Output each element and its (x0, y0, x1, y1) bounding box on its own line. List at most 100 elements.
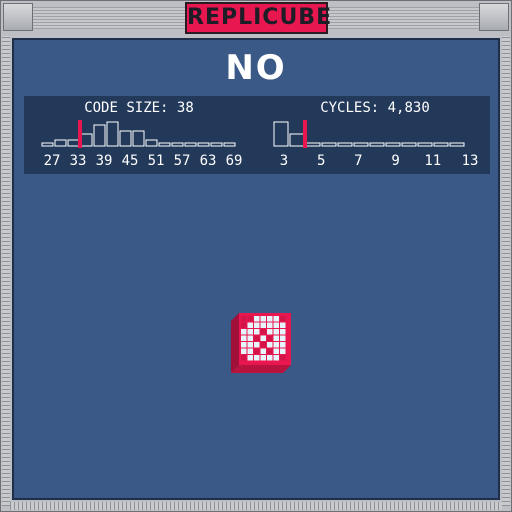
cube-voxel (260, 342, 266, 348)
cube-voxel (267, 342, 273, 348)
cube-voxel (280, 335, 286, 341)
cube-voxel (273, 329, 279, 335)
axis-tick-label: 51 (147, 153, 165, 169)
cube-voxel (280, 322, 286, 328)
frame-corner-left (3, 3, 33, 31)
cube-voxel (280, 342, 286, 348)
cube-voxel (267, 355, 273, 361)
results-screen: NO CODE SIZE: 38 27 33 39 45 51 57 63 69 CYCLES… (12, 38, 500, 500)
frame-rail-bottom (10, 502, 502, 510)
cube-voxel (241, 348, 247, 354)
app-title: REPLICUBE (185, 2, 331, 34)
cube-voxel (247, 348, 253, 354)
histogram-bar (132, 130, 145, 147)
stats-panel: CODE SIZE: 38 27 33 39 45 51 57 63 69 CYCLES: 4… (24, 96, 490, 174)
axis-tick-label: 5 (316, 153, 326, 169)
frame-rail-right (502, 36, 510, 506)
cube-voxel (241, 342, 247, 348)
cube-voxel (260, 355, 266, 361)
frame-corner-right (479, 3, 509, 31)
histogram-bar (210, 142, 223, 147)
histogram-bar (449, 142, 465, 147)
axis-tick-label: 63 (199, 153, 217, 169)
cube-voxel (241, 329, 247, 335)
histogram-bar (305, 142, 321, 147)
histogram-bar (369, 142, 385, 147)
cube-voxel (254, 329, 260, 335)
cycles-label: CYCLES: 4,830 (320, 100, 430, 116)
histogram-bar (80, 133, 93, 147)
histogram-bar (171, 142, 184, 147)
score-marker (78, 120, 82, 148)
result-label: NO (225, 48, 287, 88)
cube-voxel (254, 335, 260, 341)
histogram-bar (54, 139, 67, 147)
histogram-bar (353, 142, 369, 147)
axis-tick-label: 33 (69, 153, 87, 169)
axis-tick-label: 13 (461, 153, 479, 169)
cycles-ticks: 3 5 7 9 11 13 (270, 153, 480, 171)
cycles-panel: CYCLES: 4,830 3 5 7 9 11 13 (270, 96, 480, 174)
cube-voxel (247, 322, 253, 328)
histogram-bar (93, 124, 106, 147)
axis-tick-label: 39 (95, 153, 113, 169)
cube-voxel (280, 316, 286, 322)
code-size-ticks: 27 33 39 45 51 57 63 69 (34, 153, 244, 171)
cube-voxel (280, 329, 286, 335)
cube-voxel (254, 342, 260, 348)
cube-voxel (241, 322, 247, 328)
histogram-bar (417, 142, 433, 147)
cube-voxel (267, 348, 273, 354)
cube-voxel (273, 355, 279, 361)
histogram-bar (385, 142, 401, 147)
cube-voxel (247, 355, 253, 361)
cube-voxel (247, 329, 253, 335)
cube-voxel (273, 335, 279, 341)
frame-rail-left (2, 36, 10, 506)
histogram-bar (145, 139, 158, 147)
cube-voxel (241, 316, 247, 322)
histogram-bar (184, 142, 197, 147)
cube-voxel (267, 329, 273, 335)
histogram-bar (106, 121, 119, 147)
histogram-bar (321, 142, 337, 147)
histogram-bar (41, 142, 54, 147)
axis-tick-label: 27 (43, 153, 61, 169)
cube-voxel (254, 322, 260, 328)
axis-tick-label: 57 (173, 153, 191, 169)
cube-voxel (260, 322, 266, 328)
histogram-bar (273, 121, 289, 147)
axis-tick-label: 69 (225, 153, 243, 169)
cube-voxel (254, 316, 260, 322)
histogram-bar (67, 139, 80, 147)
histogram-bar (401, 142, 417, 147)
cube-voxel (247, 316, 253, 322)
axis-tick-label: 9 (391, 153, 400, 169)
axis-tick-label: 7 (354, 153, 363, 169)
cube-voxel (247, 342, 253, 348)
cube-voxel (273, 348, 279, 354)
cube-voxel (241, 335, 247, 341)
axis-tick-label: 45 (121, 153, 139, 169)
cube-voxel (260, 329, 266, 335)
histogram-bar (223, 142, 236, 147)
histogram-bar (197, 142, 210, 147)
axis-tick-label: 11 (424, 153, 442, 169)
cube-voxel (280, 348, 286, 354)
histogram-bar (119, 130, 132, 147)
cube-voxel (247, 335, 253, 341)
cube-voxel (254, 348, 260, 354)
cube-voxel (267, 322, 273, 328)
axis-tick-label: 3 (279, 153, 289, 169)
code-size-label: CODE SIZE: 38 (84, 100, 194, 116)
cube-voxel (280, 355, 286, 361)
voxel-cube-icon (231, 313, 291, 373)
score-marker (303, 120, 307, 148)
cube-voxel (254, 355, 260, 361)
cube-voxel (273, 342, 279, 348)
cycles-histogram (273, 120, 465, 148)
cube-voxel (260, 348, 266, 354)
cube-voxel (273, 322, 279, 328)
code-size-histogram (41, 120, 236, 148)
cube-voxel (273, 316, 279, 322)
